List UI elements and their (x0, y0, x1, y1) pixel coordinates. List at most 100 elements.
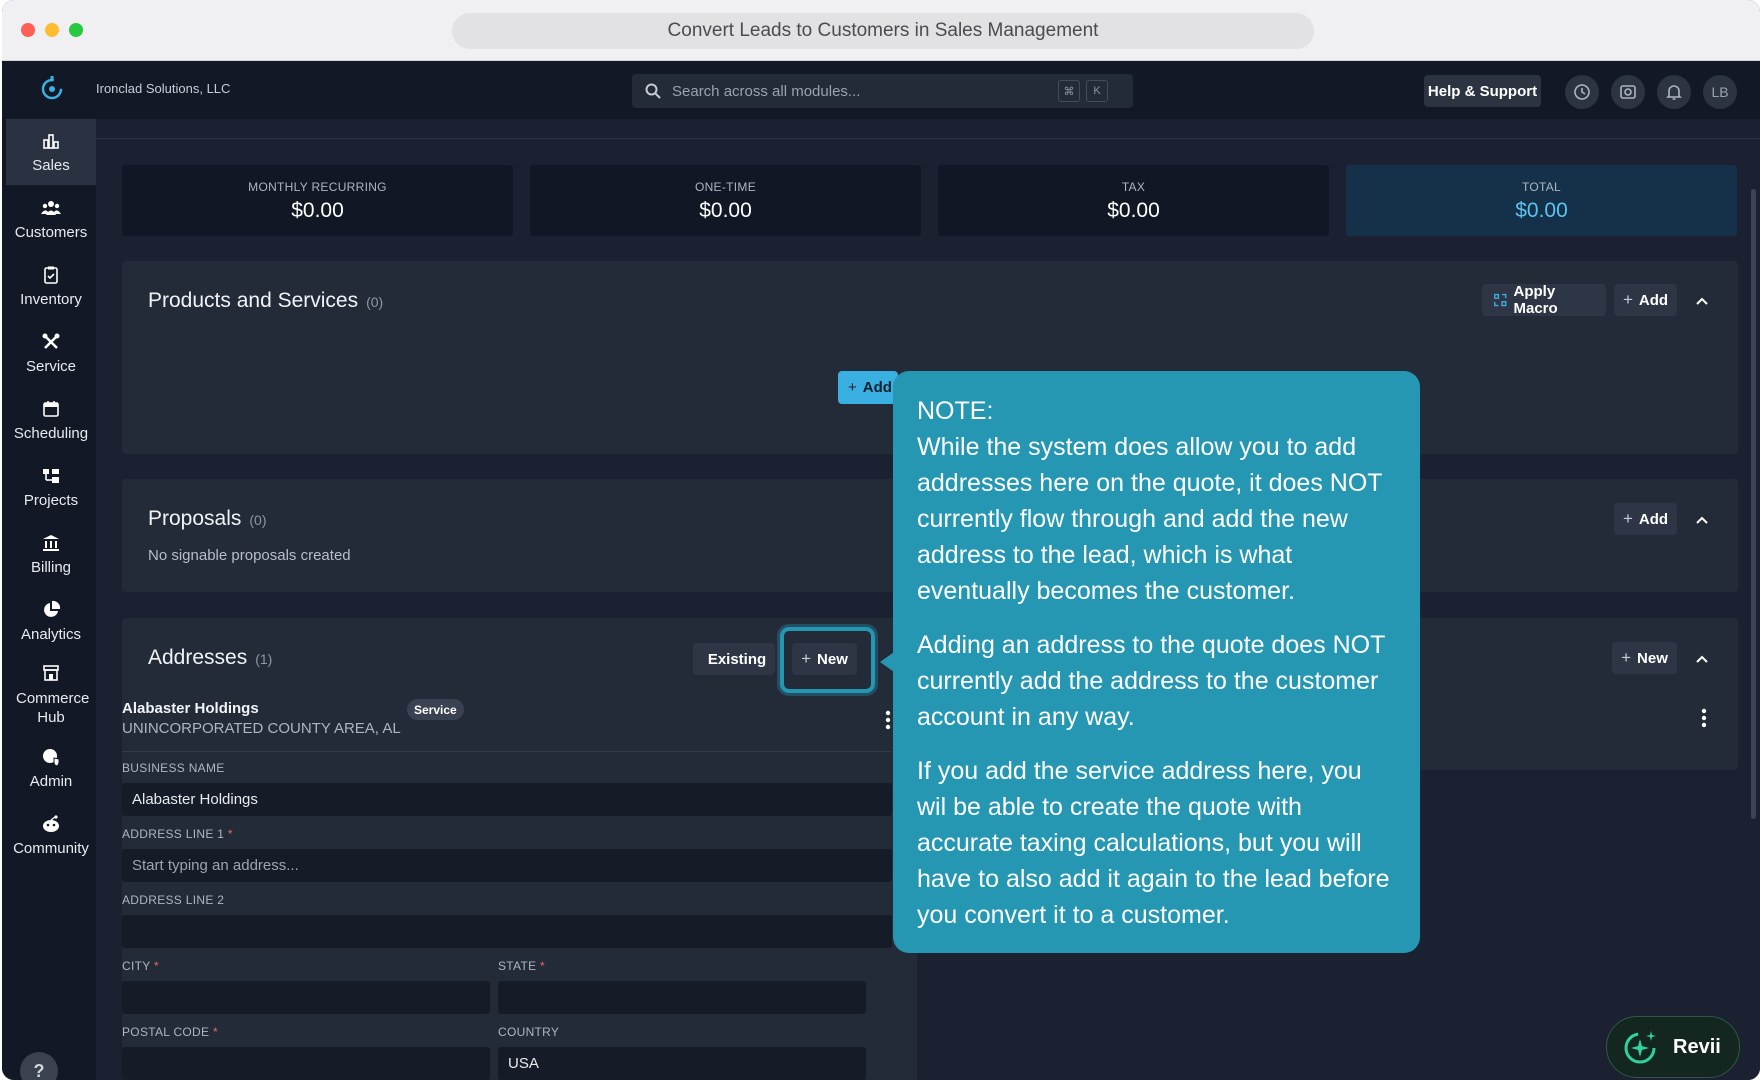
stat-label: TOTAL (1521, 180, 1562, 194)
postal-code-label-text: POSTAL CODE (122, 1025, 210, 1039)
sidebar-item-billing[interactable]: Billing (6, 521, 96, 587)
revii-assistant-button[interactable]: Revii (1606, 1016, 1740, 1078)
apply-macro-button[interactable]: Apply Macro (1482, 283, 1606, 317)
address-entry-name: Alabaster Holdings (122, 700, 259, 717)
app-logo-icon[interactable] (38, 74, 66, 102)
city-field[interactable] (122, 981, 490, 1014)
sidebar-item-commerce-hub[interactable]: Commerce Hub (6, 655, 96, 735)
sidebar-item-label: Service (25, 357, 77, 375)
addresses-right-new-button[interactable]: + New (1612, 642, 1677, 674)
sidebar-nav: Sales Customers Inventory Service Schedu… (2, 119, 96, 1080)
postal-code-field[interactable] (122, 1047, 490, 1080)
search-icon (645, 83, 661, 99)
add-label: Add (862, 379, 892, 396)
business-name-label: BUSINESS NAME (122, 761, 225, 775)
notifications-button[interactable] (1657, 75, 1691, 109)
required-mark: * (153, 959, 159, 973)
stat-label: MONTHLY RECURRING (248, 180, 387, 194)
products-add-button[interactable]: + Add (1614, 284, 1677, 316)
global-search[interactable]: ⌘ K (632, 74, 1133, 108)
address-line1-label-text: ADDRESS LINE 1 (122, 827, 225, 841)
sidebar-item-label: Commerce Hub (16, 690, 90, 726)
sidebar-item-projects[interactable]: Projects (6, 454, 96, 520)
address-more-options-icon[interactable] (885, 710, 891, 730)
stat-value: $0.00 (1515, 199, 1568, 222)
clipboard-icon (44, 266, 58, 284)
business-name-field[interactable] (122, 783, 892, 816)
city-input[interactable] (132, 989, 490, 1006)
proposals-title: Proposals (148, 507, 242, 530)
company-name: Ironclad Solutions, LLC (96, 81, 231, 96)
sidebar-item-service[interactable]: Service (6, 320, 96, 386)
user-avatar[interactable]: LB (1703, 75, 1737, 109)
note-heading: NOTE: (917, 397, 994, 425)
sidebar-item-label: Sales (32, 156, 70, 174)
sidebar-item-scheduling[interactable]: Scheduling (6, 387, 96, 453)
window-title: Convert Leads to Customers in Sales Mana… (452, 13, 1314, 49)
service-badge: Service (407, 699, 464, 720)
sidebar-item-inventory[interactable]: Inventory (6, 253, 96, 319)
sidebar-item-analytics[interactable]: Analytics (6, 588, 96, 654)
chevron-up-icon[interactable] (1693, 511, 1711, 529)
proposals-count: (0) (249, 512, 267, 528)
chevron-up-icon[interactable] (1693, 292, 1711, 310)
sidebar-item-community[interactable]: Community (6, 802, 96, 868)
products-title: Products and Services (148, 289, 359, 312)
scrollbar[interactable] (1751, 189, 1756, 819)
proposals-add-button[interactable]: + Add (1614, 503, 1677, 535)
sidebar-item-label: Community (13, 839, 89, 857)
card-title: Addresses (1) (148, 646, 272, 670)
address-line1-field[interactable] (122, 849, 892, 882)
macro-icon (1494, 293, 1507, 307)
country-label: COUNTRY (498, 1025, 560, 1039)
stat-tax: TAX $0.00 (938, 165, 1329, 236)
pie-chart-icon (44, 600, 61, 617)
more-options-icon[interactable] (1701, 708, 1707, 728)
add-label: Add (1638, 291, 1669, 309)
help-support-button[interactable]: Help & Support (1424, 75, 1541, 107)
sidebar-item-label: Inventory (20, 290, 82, 308)
projects-icon (43, 468, 59, 483)
minimize-window-button[interactable] (45, 23, 59, 37)
sidebar-item-sales[interactable]: Sales (6, 119, 96, 185)
address-line2-field[interactable] (122, 915, 892, 948)
addresses-title: Addresses (148, 646, 248, 669)
note-pointer (880, 652, 894, 672)
sidebar-item-admin[interactable]: Admin (6, 735, 96, 801)
sidebar-item-customers[interactable]: Customers (6, 186, 96, 252)
city-label-text: CITY (122, 959, 151, 973)
postal-code-input[interactable] (132, 1055, 490, 1072)
country-value: USA (508, 1055, 539, 1072)
add-product-button[interactable]: + Add (838, 371, 898, 404)
stat-total: TOTAL $0.00 (1346, 165, 1737, 236)
history-icon (1574, 84, 1590, 100)
screenshot-button[interactable] (1611, 75, 1645, 109)
bar-chart-icon (43, 133, 59, 149)
chevron-up-icon[interactable] (1693, 650, 1711, 668)
required-mark: * (227, 827, 233, 841)
required-mark: * (540, 959, 546, 973)
app-window: Convert Leads to Customers in Sales Mana… (2, 0, 1760, 1080)
country-field[interactable]: USA (498, 1047, 866, 1080)
note-paragraph-1: While the system does allow you to add a… (917, 433, 1383, 605)
existing-address-button[interactable]: Existing (693, 643, 775, 675)
state-field[interactable] (498, 981, 866, 1014)
address-line1-label: ADDRESS LINE 1 * (122, 827, 233, 841)
plus-icon: + (848, 379, 857, 396)
address-entry-area: UNINCORPORATED COUNTY AREA, AL (122, 720, 401, 737)
address-line2-input[interactable] (132, 923, 892, 940)
calendar-icon (43, 400, 59, 417)
history-button[interactable] (1565, 75, 1599, 109)
business-name-input[interactable] (132, 791, 892, 808)
maximize-window-button[interactable] (69, 23, 83, 37)
state-input[interactable] (508, 989, 866, 1006)
address-line1-input[interactable] (132, 857, 892, 874)
add-label: Add (1638, 510, 1669, 528)
close-window-button[interactable] (21, 23, 35, 37)
app-header: Ironclad Solutions, LLC ⌘ K Help & Suppo… (2, 61, 1760, 119)
help-button[interactable]: ? (20, 1052, 58, 1080)
note-tooltip: NOTE: While the system does allow you to… (893, 371, 1420, 953)
search-input[interactable] (672, 82, 1052, 100)
sidebar-item-label: Billing (30, 558, 72, 576)
required-mark: * (212, 1025, 218, 1039)
